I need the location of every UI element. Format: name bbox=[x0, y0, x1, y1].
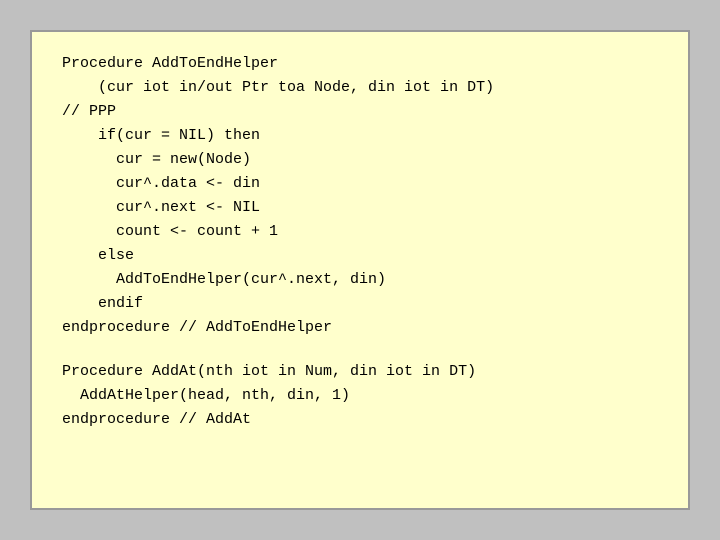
code-container: Procedure AddToEndHelper (cur iot in/out… bbox=[30, 30, 690, 510]
code-section-1: Procedure AddToEndHelper (cur iot in/out… bbox=[62, 52, 658, 340]
code-section-2: Procedure AddAt(nth iot in Num, din iot … bbox=[62, 360, 658, 432]
code-spacer bbox=[62, 340, 658, 360]
